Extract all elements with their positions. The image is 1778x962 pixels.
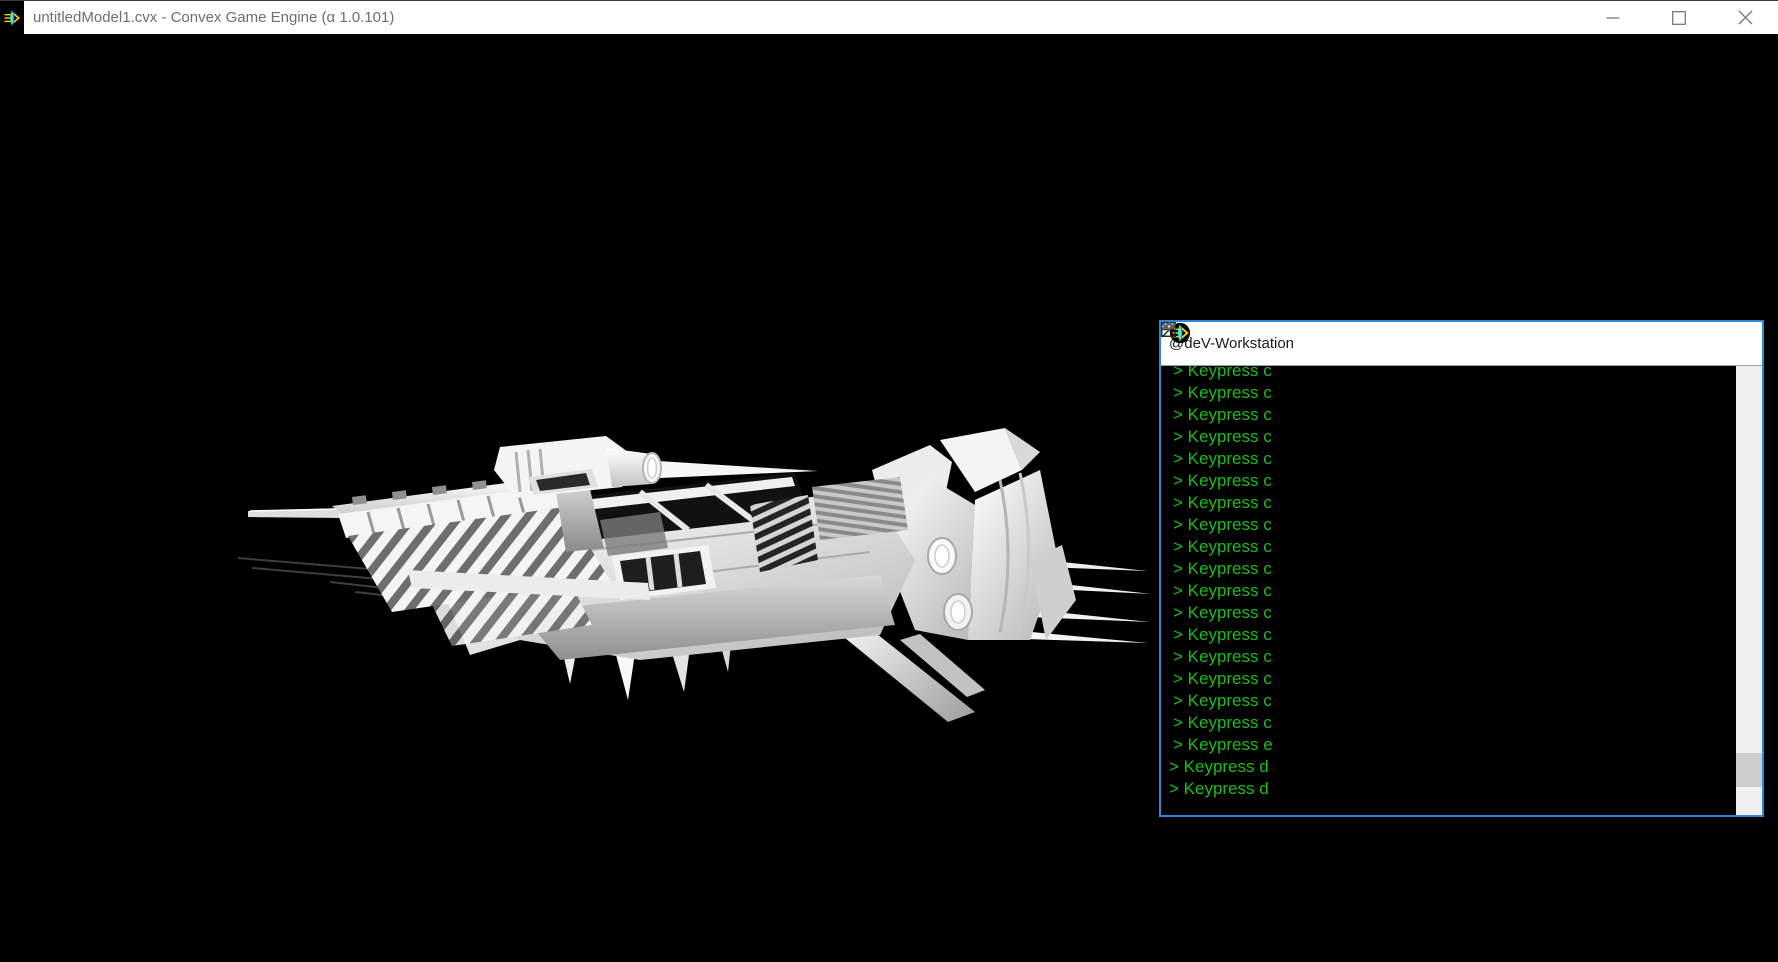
close-button[interactable] <box>1712 1 1778 34</box>
console-scrollbar[interactable] <box>1736 366 1762 815</box>
main-window-controls <box>1580 1 1778 34</box>
console-line: > Keypress c <box>1161 668 1736 690</box>
console-line: > Keypress c <box>1161 404 1736 426</box>
console-line: > Keypress c <box>1161 382 1736 404</box>
console-line: > Keypress c <box>1161 492 1736 514</box>
console-line: > Keypress c <box>1161 624 1736 646</box>
console-line: > Keypress c <box>1161 558 1736 580</box>
maximize-icon <box>1672 11 1686 25</box>
console-output[interactable]: > Keypress c> Keypress c> Keypress c> Ke… <box>1161 366 1736 815</box>
minimize-button[interactable] <box>1580 1 1646 34</box>
console-lines: > Keypress c> Keypress c> Keypress c> Ke… <box>1161 366 1736 800</box>
console-line: > Keypress c <box>1161 536 1736 558</box>
3d-viewport[interactable]: @deV-Workstation <box>0 34 1778 962</box>
app-icon-box <box>0 1 24 34</box>
console-line: > Keypress c <box>1161 580 1736 602</box>
main-window-titlebar[interactable]: untitledModel1.cvx - Convex Game Engine … <box>0 0 1778 34</box>
maximize-button[interactable] <box>1646 1 1712 34</box>
console-line: > Keypress c <box>1161 426 1736 448</box>
console-line: > Keypress c <box>1161 646 1736 668</box>
screen: untitledModel1.cvx - Convex Game Engine … <box>0 0 1778 962</box>
scroll-up-button[interactable] <box>1736 366 1762 394</box>
console-body: > Keypress c> Keypress c> Keypress c> Ke… <box>1161 365 1762 815</box>
console-maximize-button[interactable] <box>1626 322 1694 365</box>
scrollbar-thumb[interactable] <box>1736 753 1762 787</box>
console-line: > Keypress c <box>1161 690 1736 712</box>
main-window-title: untitledModel1.cvx - Convex Game Engine … <box>33 9 394 26</box>
console-line: > Keypress d <box>1161 778 1736 800</box>
scroll-down-button[interactable] <box>1736 787 1762 815</box>
console-titlebar[interactable]: @deV-Workstation <box>1161 322 1762 365</box>
chevron-down-icon <box>1161 322 1177 331</box>
scrollbar-track[interactable] <box>1736 394 1762 787</box>
convex-lens-icon <box>2 8 22 28</box>
console-close-button[interactable] <box>1694 322 1762 365</box>
console-controls <box>1558 322 1762 365</box>
console-window: @deV-Workstation <box>1159 320 1764 817</box>
console-line: > Keypress c <box>1161 712 1736 734</box>
close-icon <box>1738 10 1753 25</box>
minimize-icon <box>1606 11 1620 25</box>
console-line: > Keypress c <box>1161 366 1736 382</box>
console-line: > Keypress c <box>1161 470 1736 492</box>
console-line: > Keypress e <box>1161 734 1736 756</box>
console-line: > Keypress d <box>1161 756 1736 778</box>
console-line: > Keypress c <box>1161 514 1736 536</box>
console-line: > Keypress c <box>1161 448 1736 470</box>
console-minimize-button[interactable] <box>1558 322 1626 365</box>
console-line: > Keypress c <box>1161 602 1736 624</box>
